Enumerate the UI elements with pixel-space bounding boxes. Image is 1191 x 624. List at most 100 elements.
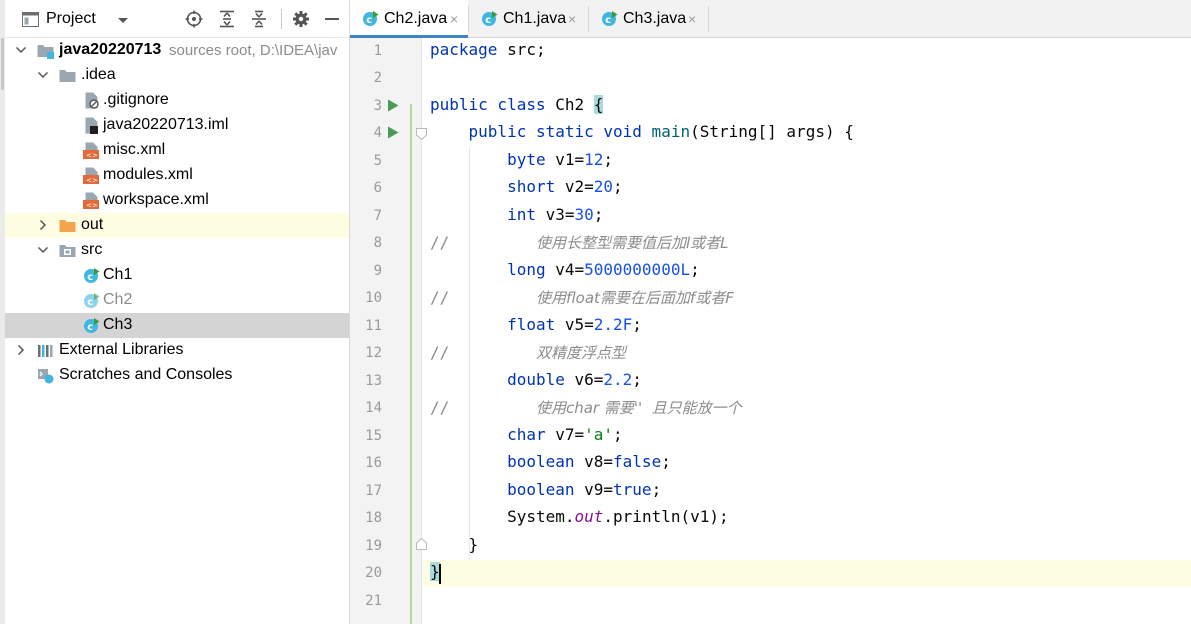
tree-item-iml[interactable]: java20220713.iml xyxy=(5,113,349,138)
tree-item-gitignore[interactable]: .gitignore xyxy=(5,88,349,113)
project-panel-header: Project xyxy=(5,0,349,38)
code-line: int v3=30; xyxy=(507,205,604,224)
close-icon[interactable]: × xyxy=(568,11,576,27)
tree-item-label: Ch1 xyxy=(103,266,133,283)
code-line: boolean v9=true; xyxy=(507,480,662,499)
code-line: public class Ch2 { xyxy=(430,95,604,114)
module-folder-icon xyxy=(37,45,54,59)
locate-target-icon[interactable] xyxy=(185,10,203,28)
close-icon[interactable]: × xyxy=(688,11,696,27)
code-line: // 使用长整型需要值后加l或者L xyxy=(430,233,729,252)
svg-text:c: c xyxy=(485,15,491,26)
tree-item-external-libraries[interactable]: External Libraries xyxy=(5,338,349,363)
tree-item-label: java20220713 xyxy=(59,41,162,58)
line-number: 15 xyxy=(365,428,382,444)
chevron-down-icon[interactable] xyxy=(15,44,27,56)
code-line: package src; xyxy=(430,40,546,59)
line-number: 17 xyxy=(365,483,382,499)
tree-item-label: Ch3 xyxy=(103,316,133,333)
tree-item-scratches[interactable]: Scratches and Consoles xyxy=(5,363,349,388)
tree-item-misc-xml[interactable]: <> misc.xml xyxy=(5,138,349,163)
code-line: float v5=2.2F; xyxy=(507,315,642,334)
chevron-right-icon[interactable] xyxy=(37,219,49,231)
line-number: 21 xyxy=(365,593,382,609)
code-line: long v4=5000000000L; xyxy=(507,260,700,279)
line-number: 5 xyxy=(373,153,382,169)
code-line: public static void main(String[] args) { xyxy=(468,122,854,141)
tool-strip-scrollbar[interactable] xyxy=(1,38,4,90)
tree-item-idea-folder[interactable]: .idea xyxy=(5,63,349,88)
line-number: 4 xyxy=(373,125,382,141)
line-number: 9 xyxy=(373,263,382,279)
tree-item-ch3[interactable]: c Ch3 xyxy=(5,313,349,338)
collapse-all-icon[interactable] xyxy=(250,10,268,28)
svg-text:<>: <> xyxy=(86,202,98,210)
tab-label: Ch2.java xyxy=(384,10,448,27)
scratches-icon xyxy=(38,369,54,384)
tree-item-workspace-xml[interactable]: <> workspace.xml xyxy=(5,188,349,213)
line-number: 8 xyxy=(373,235,382,251)
svg-text:c: c xyxy=(605,15,611,26)
svg-text:<>: <> xyxy=(86,152,98,160)
tree-item-label: .idea xyxy=(81,66,116,83)
tree-item-ch2[interactable]: c Ch2 xyxy=(5,288,349,313)
run-icon[interactable] xyxy=(387,99,399,112)
run-icon[interactable] xyxy=(387,126,399,139)
line-number: 20 xyxy=(365,565,382,581)
tab-ch3-java[interactable]: c Ch3.java × xyxy=(589,0,707,37)
code-area[interactable]: package src; public class Ch2 { public s… xyxy=(423,38,1191,624)
svg-text:<>: <> xyxy=(86,177,98,185)
minimize-icon[interactable] xyxy=(323,10,341,28)
code-line: // 使用char 需要'' 且只能放一个 xyxy=(430,398,742,417)
tree-item-label: Ch2 xyxy=(103,291,133,308)
tree-item-label: workspace.xml xyxy=(103,191,209,208)
vcs-change-marker[interactable] xyxy=(410,104,412,624)
java-class-icon: c xyxy=(84,268,100,283)
expand-all-icon[interactable] xyxy=(218,10,236,28)
xml-file-icon: <> xyxy=(83,167,99,185)
svg-text:c: c xyxy=(87,322,93,333)
java-class-icon: c xyxy=(363,11,379,26)
tree-item-module[interactable]: java20220713 sources root, D:\IDEA\jav xyxy=(5,38,349,63)
tree-item-out-folder[interactable]: out xyxy=(5,213,349,238)
java-class-icon: c xyxy=(602,11,618,26)
tree-item-src-folder[interactable]: src xyxy=(5,238,349,263)
line-number: 10 xyxy=(365,290,382,306)
line-number: 1 xyxy=(373,43,382,59)
java-class-icon: c xyxy=(482,11,498,26)
code-line: byte v1=12; xyxy=(507,150,614,169)
chevron-right-icon[interactable] xyxy=(15,344,27,356)
close-icon[interactable]: × xyxy=(450,11,458,27)
code-line: // 使用float需要在后面加f或者F xyxy=(430,288,734,307)
java-class-icon: c xyxy=(84,318,100,333)
editor-gutter[interactable]: 1 2 3 4 5 6 7 8 9 10 11 12 13 14 15 16 1… xyxy=(350,38,427,624)
line-number: 19 xyxy=(365,538,382,554)
line-number: 16 xyxy=(365,455,382,471)
tree-item-label: modules.xml xyxy=(103,166,193,183)
code-line: short v2=20; xyxy=(507,177,623,196)
tree-item-label: src xyxy=(81,241,103,258)
tree-item-ch1[interactable]: c Ch1 xyxy=(5,263,349,288)
tab-ch1-java[interactable]: c Ch1.java × xyxy=(469,0,587,37)
line-number: 2 xyxy=(373,70,382,86)
tree-item-label: Scratches and Consoles xyxy=(59,366,233,383)
chevron-down-icon[interactable] xyxy=(37,244,49,256)
tree-item-modules-xml[interactable]: <> modules.xml xyxy=(5,163,349,188)
tab-ch2-java[interactable]: c Ch2.java × xyxy=(350,0,468,38)
header-separator xyxy=(281,9,282,29)
tab-label: Ch1.java xyxy=(503,10,567,27)
libraries-icon xyxy=(38,345,53,357)
tree-item-label: .gitignore xyxy=(103,91,169,108)
chevron-down-icon[interactable] xyxy=(37,69,49,81)
svg-text:c: c xyxy=(87,272,93,283)
xml-file-icon: <> xyxy=(83,192,99,210)
chevron-down-icon[interactable] xyxy=(117,15,129,27)
gear-icon[interactable] xyxy=(292,10,310,28)
folder-icon xyxy=(59,70,76,82)
tab-label: Ch3.java xyxy=(623,10,687,27)
text-caret xyxy=(439,564,441,584)
line-number: 14 xyxy=(365,400,382,416)
code-line: double v6=2.2; xyxy=(507,370,642,389)
xml-file-icon: <> xyxy=(83,142,99,160)
project-view-title[interactable]: Project xyxy=(46,10,96,28)
